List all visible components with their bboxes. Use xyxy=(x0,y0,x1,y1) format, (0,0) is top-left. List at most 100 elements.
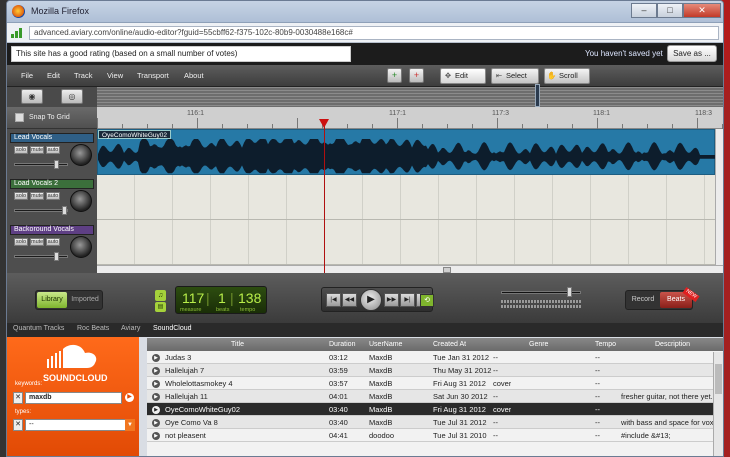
menu-view[interactable]: View xyxy=(107,71,123,80)
column-title[interactable]: Title xyxy=(231,341,244,348)
playhead-marker[interactable] xyxy=(319,119,329,128)
menu-about[interactable]: About xyxy=(184,71,204,80)
record-button[interactable]: Record xyxy=(627,292,659,308)
maximize-button[interactable]: □ xyxy=(657,3,683,18)
tab-soundcloud[interactable]: SoundCloud xyxy=(153,325,192,332)
clear-types-icon[interactable]: ✕ xyxy=(13,419,23,431)
table-scroll-handle[interactable] xyxy=(715,364,722,394)
play-preview-icon[interactable]: ▶ xyxy=(152,380,160,388)
track-lane-background-vocals[interactable] xyxy=(97,220,715,265)
select-mode-button[interactable]: ⇤ Select xyxy=(491,68,539,84)
track-volume-slider[interactable] xyxy=(14,255,68,258)
column-description[interactable]: Description xyxy=(655,341,690,348)
rewind-icon[interactable]: ◀◀ xyxy=(342,293,357,307)
track-volume-handle[interactable] xyxy=(54,160,59,169)
ruler-mark: 118:1 xyxy=(593,110,610,117)
timeline-ruler[interactable]: 116:1 117:1 117:3 118:1 118:3 xyxy=(97,107,723,129)
column-duration[interactable]: Duration xyxy=(329,341,355,348)
timeline-overview[interactable] xyxy=(97,84,723,107)
metronome-icon[interactable]: ♫ xyxy=(155,290,166,301)
remove-track-icon[interactable]: + xyxy=(409,68,424,83)
play-preview-icon[interactable]: ▶ xyxy=(152,354,160,362)
mute-button[interactable]: mute xyxy=(30,146,44,154)
play-preview-icon[interactable]: ▶ xyxy=(152,367,160,375)
minimize-button[interactable]: – xyxy=(631,3,657,18)
play-preview-icon[interactable]: ▶ xyxy=(152,419,160,427)
vertical-scrollbar[interactable] xyxy=(715,129,723,265)
table-row[interactable]: ▶ Hallelujah 11 04:01 MaxdB Sat Jun 30 2012-… xyxy=(147,390,723,403)
tab-roc-beats[interactable]: Roc Beats xyxy=(77,325,109,332)
add-track-icon[interactable]: + xyxy=(387,68,402,83)
pan-knob[interactable] xyxy=(70,190,92,212)
track-name[interactable]: Lead Vocals xyxy=(10,133,94,143)
track-name[interactable]: Load Vocals 2 xyxy=(10,179,94,189)
imported-button[interactable]: Imported xyxy=(68,292,102,308)
table-row[interactable]: ▶ Wholelottasmokey 4 03:57 MaxdB Fri Aug 31 … xyxy=(147,377,723,390)
table-row[interactable]: ▶ Hallelujah 7 03:59 MaxdB Thu May 31 2012 --… xyxy=(147,364,723,377)
solo-button[interactable]: solo xyxy=(14,192,28,200)
position-counter: 117 | 1 | 138 measure beats tempo xyxy=(175,286,267,314)
column-created-at[interactable]: Created At xyxy=(433,341,466,348)
table-row[interactable]: ▶ OyeComoWhiteGuy02 03:40 MaxdB Fri Aug 31 2… xyxy=(147,403,723,416)
auto-button[interactable]: auto xyxy=(46,238,60,246)
track-volume-handle[interactable] xyxy=(62,206,67,215)
track-volume-slider[interactable] xyxy=(14,163,68,166)
mute-button[interactable]: mute xyxy=(30,192,44,200)
cell-genre: -- xyxy=(493,366,498,375)
track-volume-slider[interactable] xyxy=(14,209,68,212)
menu-track[interactable]: Track xyxy=(74,71,92,80)
track-name[interactable]: Backoround Vocals xyxy=(10,225,94,235)
close-button[interactable]: ✕ xyxy=(683,3,721,18)
solo-button[interactable]: solo xyxy=(14,238,28,246)
track-lane-lead-vocals[interactable]: OyeComoWhiteGuy02 xyxy=(97,129,716,175)
table-row[interactable]: ▶ not pleasent 04:41 doodoo Tue Jul 31 2010-… xyxy=(147,429,723,442)
column-tempo[interactable]: Tempo xyxy=(595,341,616,348)
edit-mode-button[interactable]: ✥ Edit xyxy=(440,68,486,84)
track-volume-handle[interactable] xyxy=(54,252,59,261)
overview-handle[interactable] xyxy=(535,84,540,107)
table-scrollbar[interactable] xyxy=(713,352,723,456)
master-volume-handle[interactable] xyxy=(567,287,572,297)
play-icon[interactable]: ▶ xyxy=(360,289,382,311)
loop-icon[interactable]: ⟲ xyxy=(420,294,434,307)
column-username[interactable]: UserName xyxy=(369,341,402,348)
audio-clip[interactable]: OyeComoWhiteGuy02 xyxy=(97,129,716,175)
clear-keywords-icon[interactable]: ✕ xyxy=(13,392,23,404)
auto-button[interactable]: auto xyxy=(46,146,60,154)
chevron-down-icon[interactable]: ▼ xyxy=(125,419,135,431)
snap-to-grid-checkbox[interactable] xyxy=(15,113,24,122)
zoom-in-icon[interactable]: ◉ xyxy=(21,89,43,104)
play-preview-icon[interactable]: ▶ xyxy=(152,393,160,401)
table-row[interactable]: ▶ Judas 3 03:12 MaxdB Tue Jan 31 2012 -- -- xyxy=(147,351,723,364)
play-preview-icon[interactable]: ▶ xyxy=(152,432,160,440)
tab-aviary[interactable]: Aviary xyxy=(121,325,140,332)
scroll-mode-button[interactable]: ✋ Scroll xyxy=(544,68,590,84)
track-lanes: OyeComoWhiteGuy02 xyxy=(97,129,716,265)
table-row[interactable]: ▶ Oye Como Va 8 03:40 MaxdB Tue Jul 31 2012-… xyxy=(147,416,723,429)
mute-button[interactable]: mute xyxy=(30,238,44,246)
forward-end-icon[interactable]: ▶| xyxy=(400,293,415,307)
types-select[interactable]: -- xyxy=(25,419,134,431)
pan-knob[interactable] xyxy=(70,236,92,258)
click-icon[interactable]: ▤ xyxy=(155,302,166,312)
rewind-start-icon[interactable]: |◀ xyxy=(326,293,341,307)
library-button[interactable]: Library xyxy=(37,292,67,308)
solo-button[interactable]: solo xyxy=(14,146,28,154)
pan-knob[interactable] xyxy=(70,144,92,166)
track-lane-load-vocals-2[interactable] xyxy=(97,175,715,220)
horizontal-scrollbar[interactable] xyxy=(97,265,723,273)
zoom-out-icon[interactable]: ◎ xyxy=(61,89,83,104)
fast-forward-icon[interactable]: ▶▶ xyxy=(384,293,399,307)
url-field[interactable]: advanced.aviary.com/online/audio-editor?… xyxy=(29,26,719,40)
auto-button[interactable]: auto xyxy=(46,192,60,200)
keywords-input[interactable]: maxdb xyxy=(25,392,122,404)
menu-transport[interactable]: Transport xyxy=(137,71,169,80)
play-preview-icon[interactable]: ▶ xyxy=(152,406,160,414)
beats-value: 1 xyxy=(218,290,226,306)
column-genre[interactable]: Genre xyxy=(529,341,548,348)
tab-quantum-tracks[interactable]: Quantum Tracks xyxy=(13,325,64,332)
save-as-button[interactable]: Save as ... xyxy=(667,45,717,62)
menu-edit[interactable]: Edit xyxy=(47,71,60,80)
menu-file[interactable]: File xyxy=(21,71,33,80)
search-go-icon[interactable]: ▶ xyxy=(125,393,134,402)
